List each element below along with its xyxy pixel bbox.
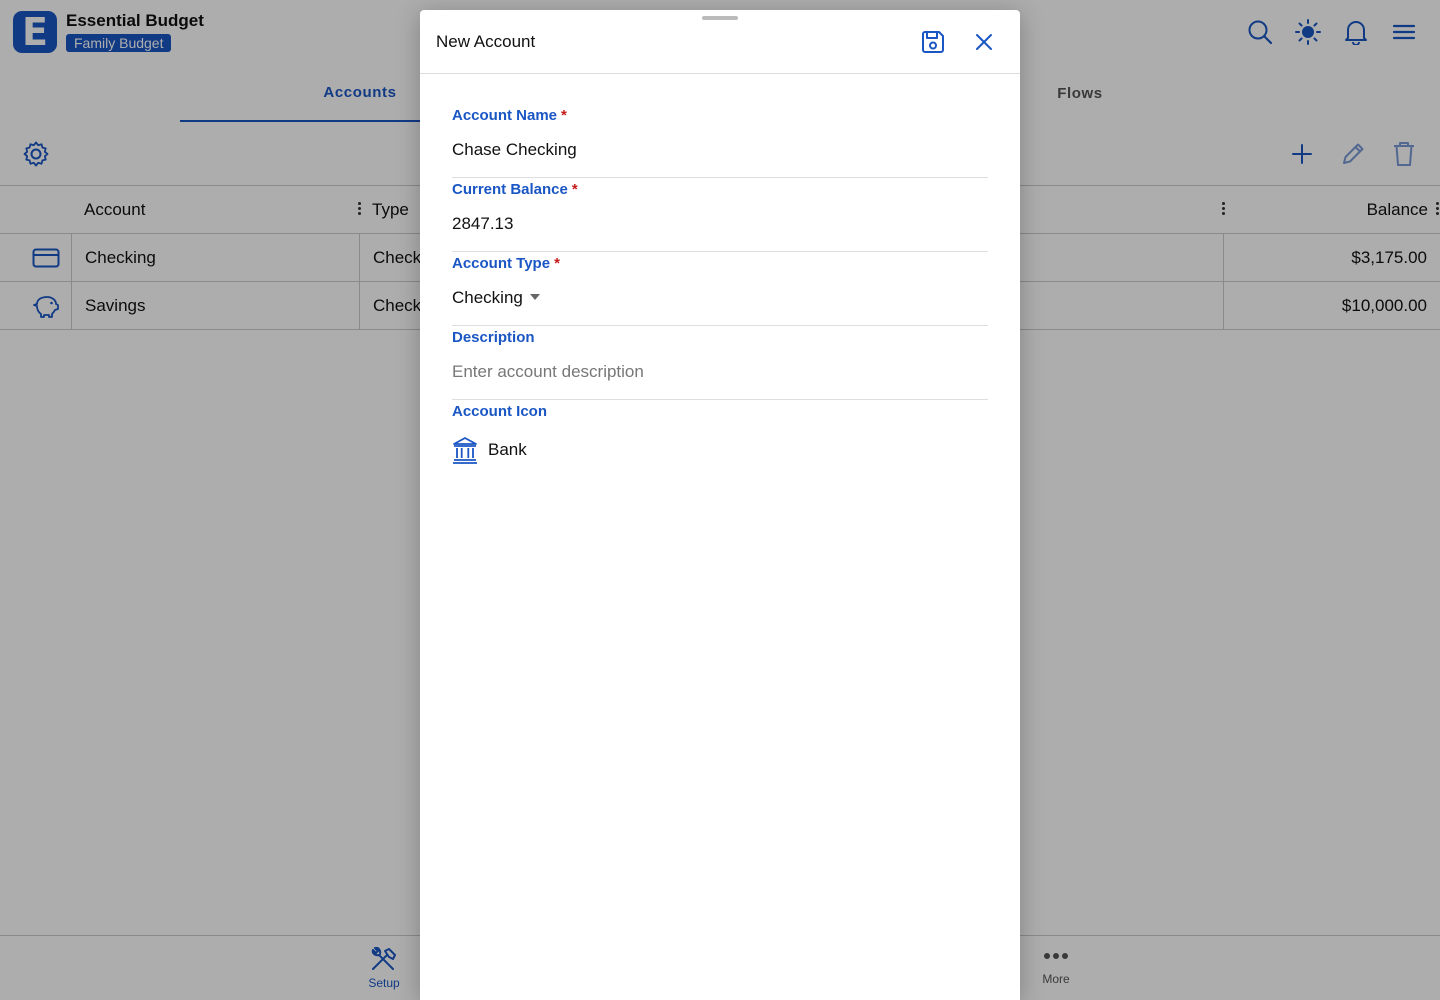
account-name-field: Account Name * Chase Checking <box>452 104 988 178</box>
bank-icon <box>453 437 477 464</box>
required-marker: * <box>554 255 560 272</box>
current-balance-label: Current Balance * <box>452 181 578 198</box>
account-form: Account Name * Chase Checking Current Bal… <box>452 104 988 474</box>
account-type-value: Checking <box>452 288 523 307</box>
close-icon[interactable] <box>968 26 1000 58</box>
account-icon-label: Account Icon <box>452 403 548 420</box>
account-type-field: Account Type * Checking <box>452 252 988 326</box>
description-input[interactable]: Enter account description <box>452 362 644 382</box>
dialog-title: New Account <box>436 32 536 51</box>
dropdown-arrow-icon <box>529 293 540 300</box>
description-label: Description <box>452 329 535 346</box>
save-icon[interactable] <box>917 26 949 58</box>
required-marker: * <box>561 107 567 124</box>
account-icon-value: Bank <box>488 440 527 459</box>
account-icon-picker[interactable]: Bank <box>452 436 527 464</box>
new-account-dialog: New Account Account Name * Chase Checking… <box>420 10 1020 1000</box>
required-marker: * <box>571 181 578 198</box>
current-balance-field: Current Balance * 2847.13 <box>452 178 988 252</box>
dialog-header: New Account <box>420 10 1020 74</box>
account-name-label: Account Name * <box>452 107 567 124</box>
account-type-label: Account Type * <box>452 255 560 272</box>
description-field: Description Enter account description <box>452 326 988 400</box>
account-icon-field: Account Icon Bank <box>452 400 988 474</box>
current-balance-input[interactable]: 2847.13 <box>452 214 513 234</box>
account-name-input[interactable]: Chase Checking <box>452 140 577 160</box>
account-type-select[interactable]: Checking <box>452 288 540 308</box>
